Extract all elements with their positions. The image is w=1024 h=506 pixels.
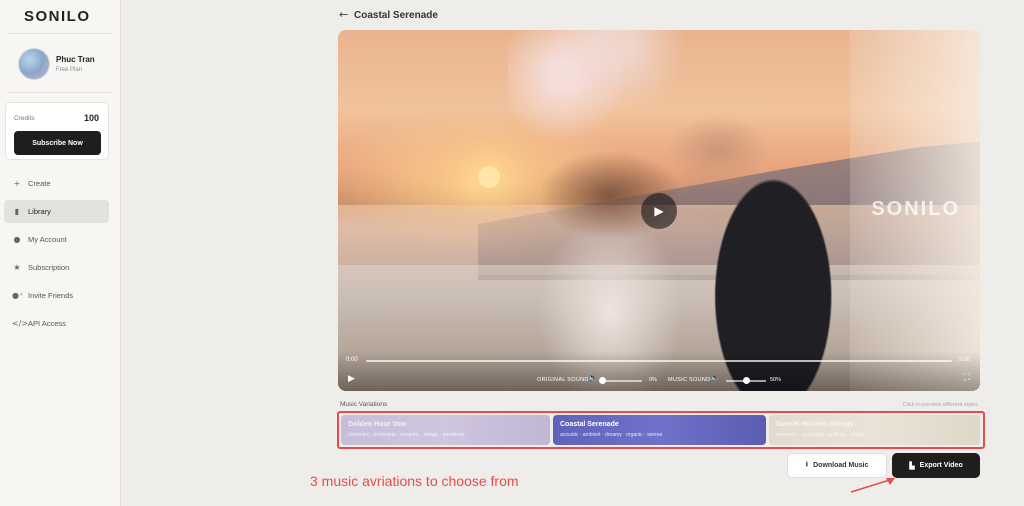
variation-title: Coastal Serenade <box>560 421 619 428</box>
fullscreen-icon[interactable]: ⛶ <box>964 373 970 383</box>
original-sound-label: ORIGINAL SOUND <box>537 377 589 383</box>
avatar <box>18 48 50 80</box>
sidebar-item-label: Subscription <box>28 263 70 272</box>
variation-title: Sunset Horizon Strings <box>776 421 854 428</box>
video-frame-couple <box>508 75 848 391</box>
sidebar-item-label: Create <box>28 179 51 188</box>
credits-value: 100 <box>83 113 99 123</box>
profile[interactable]: Phuc Tran Free Plan <box>18 48 95 80</box>
video-controls: 0:00 0:00 ▶ ORIGINAL SOUND 🔈 0% MUSIC SO… <box>338 351 980 391</box>
progress-bar[interactable] <box>366 360 952 362</box>
annotation-arrow-icon <box>850 478 895 493</box>
page-title: Coastal Serenade <box>354 10 438 21</box>
video-player[interactable]: SONILO ▶ 0:00 0:00 ▶ ORIGINAL SOUND 🔈 0%… <box>338 30 980 391</box>
annotation-text: 3 music avriations to choose from <box>310 473 519 489</box>
back-arrow-icon[interactable]: ← <box>339 8 348 21</box>
variation-tags: cinematic · orchestral · romantic · stri… <box>348 432 465 438</box>
speaker-icon[interactable]: 🔈 <box>588 373 598 382</box>
download-icon: ⭳ <box>805 460 809 468</box>
sidebar-item-invite-friends[interactable]: ●⁺ Invite Friends <box>4 284 109 307</box>
play-icon[interactable]: ▶ <box>348 374 355 384</box>
video-frame-sun <box>478 166 500 188</box>
profile-name: Phuc Tran <box>56 55 95 64</box>
variation-title: Golden Hour Vow <box>348 421 407 428</box>
star-icon: ★ <box>13 263 21 272</box>
sidebar-item-api-access[interactable]: </> API Access <box>4 312 109 335</box>
export-video-button[interactable]: ▙ Export Video <box>892 453 980 478</box>
download-music-label: Download Music <box>813 462 869 469</box>
variation-tags: acoustic · ambient · dreamy · organic · … <box>560 432 663 438</box>
variations-label: Music Variations <box>340 401 388 408</box>
variation-tags: cinematic · orchestral · uplifting · str… <box>776 432 865 438</box>
divider <box>8 33 112 34</box>
play-overlay-button[interactable]: ▶ <box>641 193 677 229</box>
plus-icon: + <box>13 179 21 188</box>
speaker-icon[interactable]: 🔈 <box>710 373 720 382</box>
user-plus-icon: ●⁺ <box>12 291 24 300</box>
sidebar-nav: + Create ▮ Library ● My Account ★ Subscr… <box>4 172 109 340</box>
variations-hint: Click to preview different styles <box>902 402 978 408</box>
profile-plan: Free Plan <box>56 67 83 73</box>
watermark: SONILO <box>871 198 960 220</box>
current-time: 0:00 <box>346 357 358 363</box>
code-icon: </> <box>12 319 29 328</box>
duration: 0:00 <box>958 357 970 363</box>
music-sound-label: MUSIC SOUND <box>668 377 711 383</box>
sidebar-item-label: API Access <box>28 319 66 328</box>
original-sound-slider-knob[interactable] <box>599 377 606 384</box>
sidebar-item-create[interactable]: + Create <box>4 172 109 195</box>
music-sound-slider-knob[interactable] <box>743 377 750 384</box>
original-sound-percent: 0% <box>649 377 657 383</box>
book-icon: ▮ <box>14 207 20 216</box>
file-icon: ▙ <box>909 461 915 470</box>
logo[interactable]: SONILO <box>24 8 91 25</box>
subscribe-button[interactable]: Subscribe Now <box>14 131 101 155</box>
sidebar: SONILO Phuc Tran Free Plan Credits 100 S… <box>0 0 121 506</box>
credits-label: Credits <box>14 115 35 122</box>
sidebar-item-subscription[interactable]: ★ Subscription <box>4 256 109 279</box>
credits-card: Credits 100 Subscribe Now <box>5 102 109 160</box>
sidebar-item-label: Library <box>28 207 51 216</box>
sidebar-item-my-account[interactable]: ● My Account <box>4 228 109 251</box>
sidebar-item-label: My Account <box>28 235 67 244</box>
export-video-label: Export Video <box>919 462 963 469</box>
sidebar-item-label: Invite Friends <box>28 291 74 300</box>
variation-card-selected[interactable]: Coastal Serenade acoustic · ambient · dr… <box>553 415 766 445</box>
divider <box>8 92 112 93</box>
sidebar-item-library[interactable]: ▮ Library <box>4 200 109 223</box>
user-icon: ● <box>13 235 21 244</box>
original-sound-slider[interactable] <box>602 380 642 382</box>
variation-card[interactable]: Sunset Horizon Strings cinematic · orche… <box>769 415 980 445</box>
variation-card[interactable]: Golden Hour Vow cinematic · orchestral ·… <box>341 415 550 445</box>
music-sound-percent: 50% <box>770 377 782 383</box>
